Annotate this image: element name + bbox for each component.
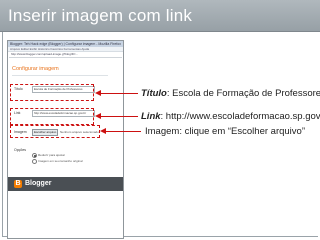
title-arrow-line [100, 93, 138, 94]
option-original-label: Imagem em seu tamanho original [38, 159, 83, 163]
title-arrow-head [95, 90, 101, 96]
slide-title: Inserir imagem com link [8, 6, 193, 25]
link-caption-term: Link [141, 111, 161, 122]
image-arrow-line [105, 131, 141, 132]
title-caption-text: : Escola de Formação de Professores. [166, 88, 320, 99]
title-caption-term: Título [141, 88, 167, 99]
option-radio-fit[interactable] [32, 153, 37, 158]
dialog-divider [12, 75, 108, 76]
blogger-brand: Blogger [25, 180, 52, 187]
link-arrow-line [100, 116, 138, 117]
blogger-screenshot: Blogger: Teh Hack edge (Blogger) | Confi… [7, 40, 124, 239]
blogger-logo-icon: B [14, 180, 22, 188]
option-fit-label: Reduzir para ajustar [38, 153, 66, 157]
link-caption: Link: http://www.escoladeformacao.sp.gov… [141, 111, 320, 122]
dialog-heading: Configurar imagem [12, 66, 59, 72]
blogger-bar: B Blogger [8, 177, 123, 191]
image-arrow-head [100, 128, 106, 134]
link-caption-text: : http://www.escoladeformacao.sp.gov.br [160, 111, 320, 122]
left-divider [2, 32, 3, 237]
title-caption: Título: Escola de Formação de Professore… [141, 88, 320, 99]
image-caption: Imagem: clique em “Escolher arquivo” [145, 126, 305, 137]
browser-address-bar[interactable]: http://www.blogger.com/upload-image.g?bl… [9, 52, 122, 58]
slide-header: Inserir imagem com link [0, 0, 320, 32]
image-highlight [10, 125, 100, 138]
link-arrow-head [95, 113, 101, 119]
title-highlight [10, 84, 94, 101]
link-highlight [10, 108, 94, 125]
option-radio-original[interactable] [32, 159, 37, 164]
options-label: Opções [14, 148, 27, 152]
